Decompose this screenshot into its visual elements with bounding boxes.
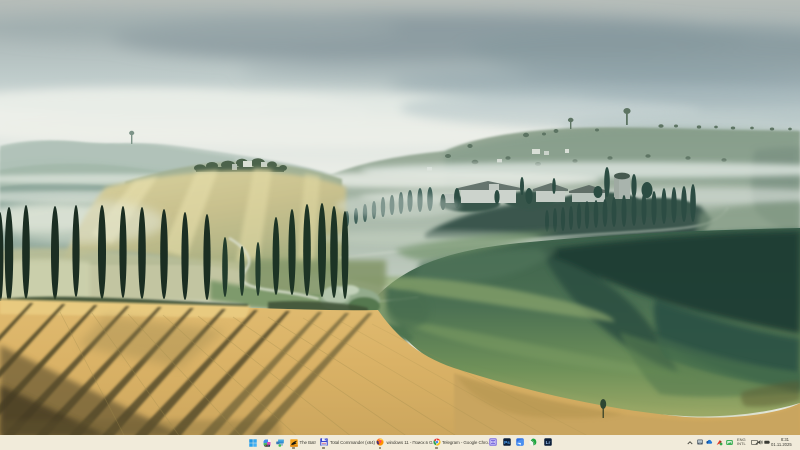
svg-text:Ps: Ps [504, 440, 510, 445]
svg-text:Lr: Lr [545, 440, 550, 445]
